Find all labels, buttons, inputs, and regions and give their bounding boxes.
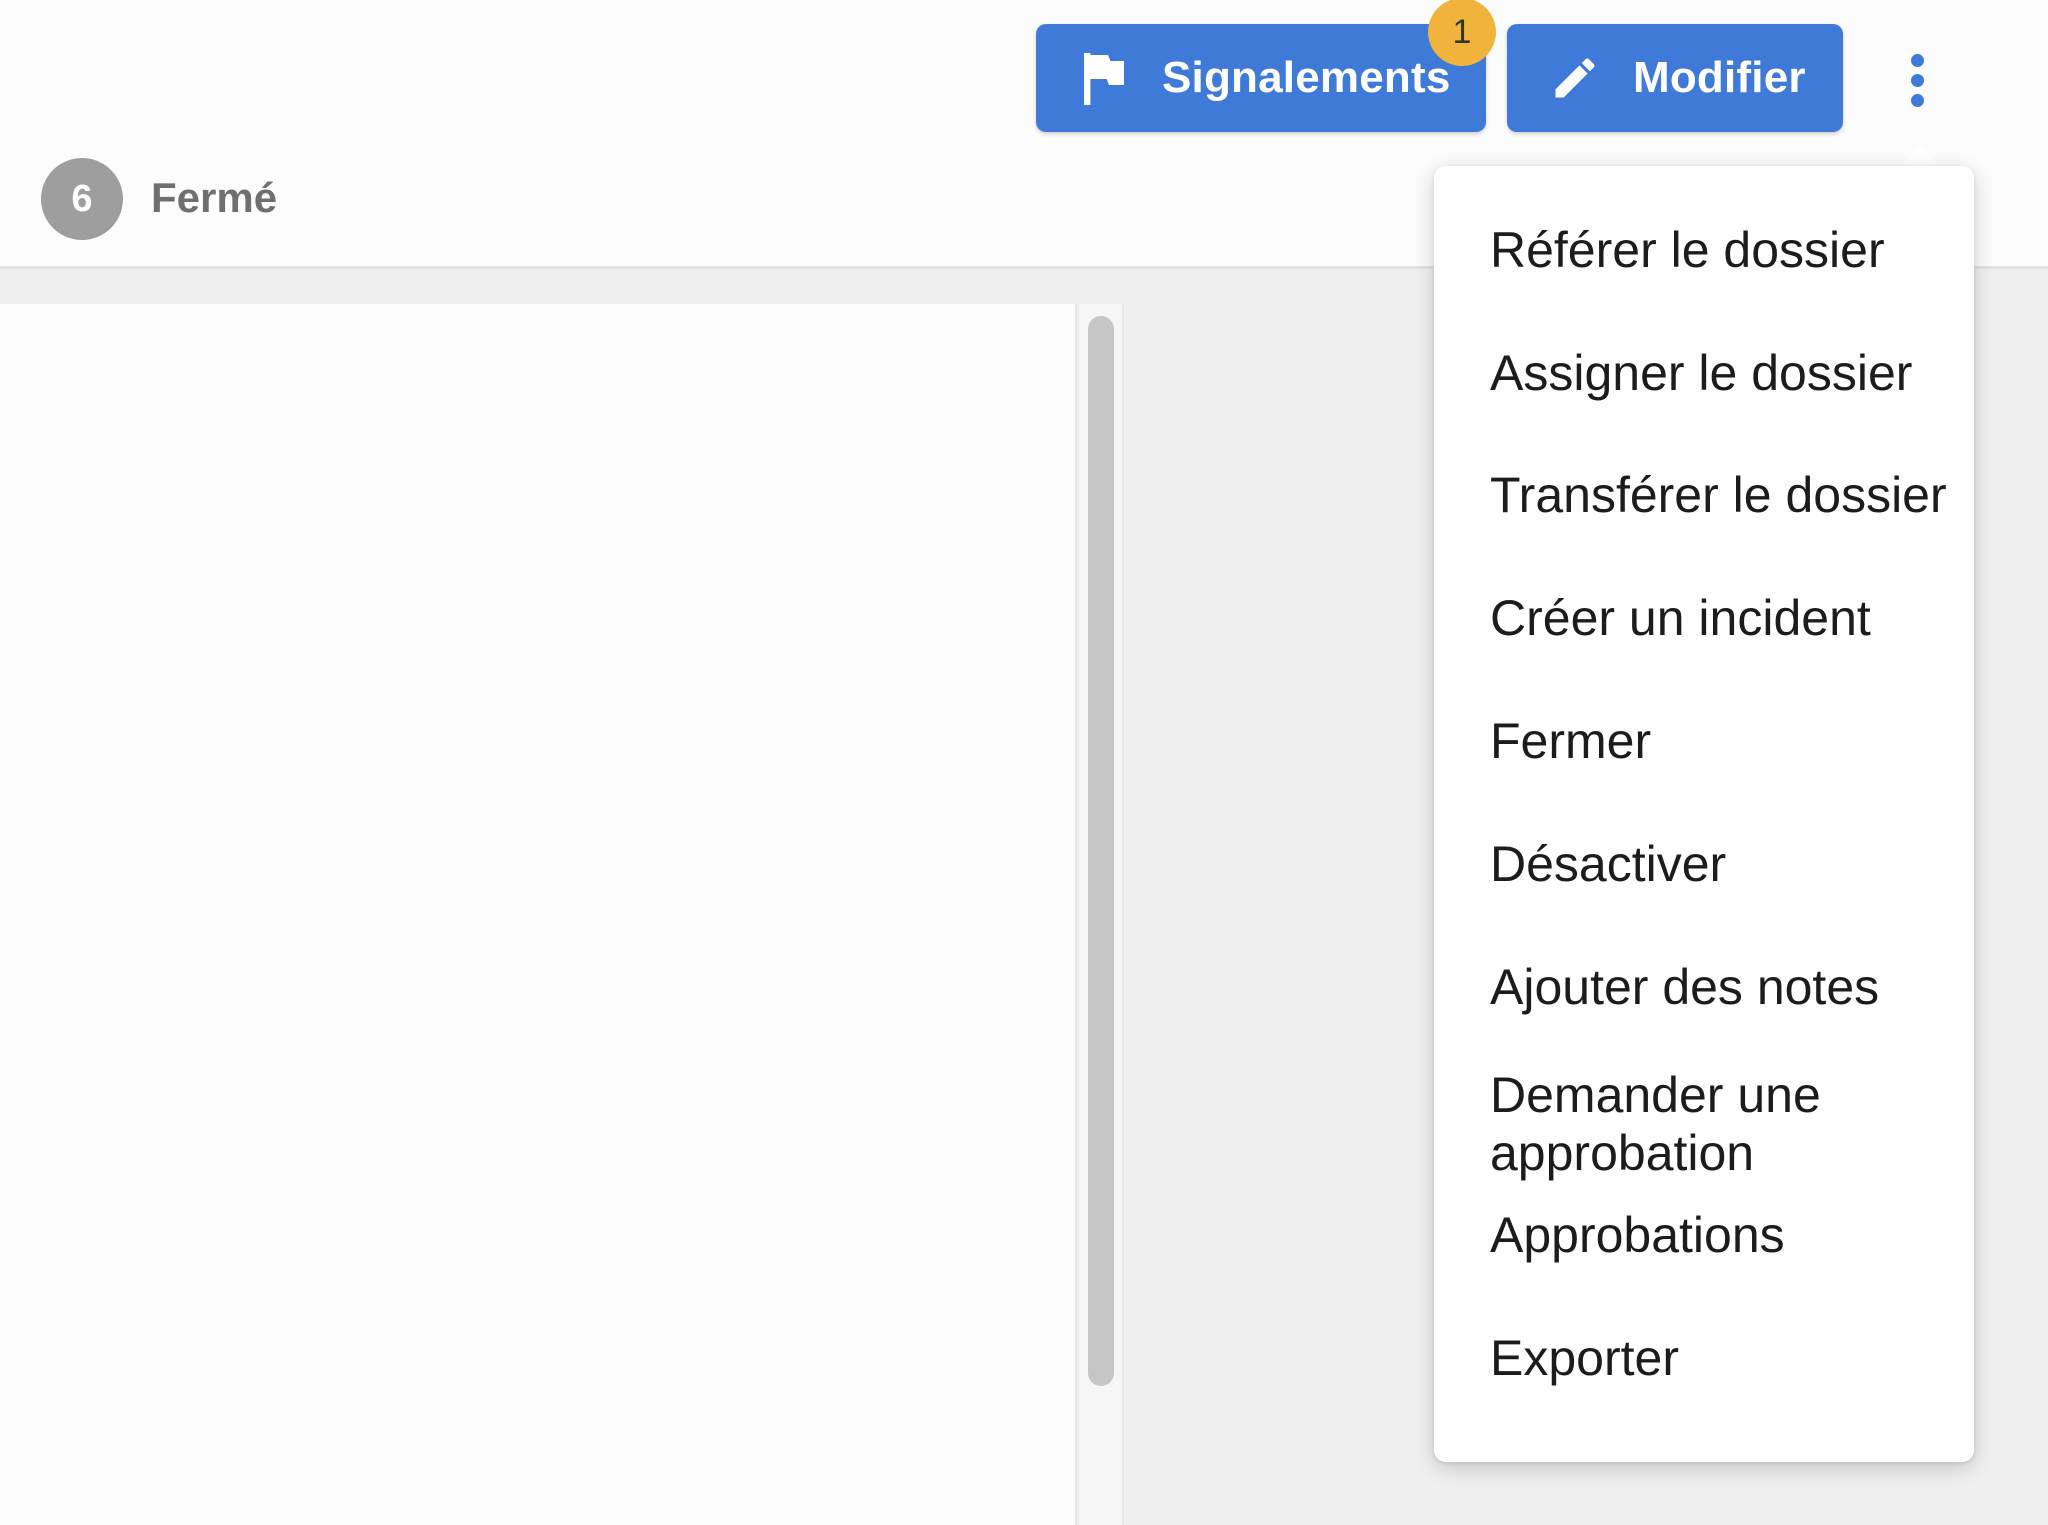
- kebab-menu-icon: [1910, 53, 1924, 67]
- menu-item-add-notes[interactable]: Ajouter des notes: [1490, 958, 1879, 1016]
- menu-pointer: [1898, 146, 1942, 168]
- menu-item-assign[interactable]: Assigner le dossier: [1490, 344, 1912, 402]
- pencil-icon: [1549, 48, 1601, 108]
- menu-item-close[interactable]: Fermer: [1490, 712, 1651, 770]
- step-number-badge: 6: [41, 158, 123, 240]
- menu-item-deactivate[interactable]: Désactiver: [1490, 835, 1726, 893]
- kebab-dot: [1910, 73, 1924, 87]
- menu-item-transfer[interactable]: Transférer le dossier: [1490, 466, 1947, 524]
- reports-button-label: Signalements: [1162, 53, 1451, 102]
- flag-icon: [1078, 48, 1130, 108]
- actions-dropdown-menu: Référer le dossier Assigner le dossier T…: [1434, 166, 1974, 1462]
- reports-button[interactable]: Signalements: [1036, 24, 1486, 132]
- menu-item-create-incident[interactable]: Créer un incident: [1490, 589, 1871, 647]
- edit-button[interactable]: Modifier: [1507, 24, 1843, 132]
- reports-count-badge: 1: [1428, 0, 1496, 66]
- status-label: Fermé: [151, 174, 278, 221]
- scrollbar-thumb[interactable]: [1088, 316, 1114, 1386]
- content-panel: [0, 304, 1077, 1525]
- menu-item-refer[interactable]: Référer le dossier: [1490, 221, 1885, 279]
- menu-item-approvals[interactable]: Approbations: [1490, 1206, 1785, 1264]
- edit-button-label: Modifier: [1633, 53, 1806, 102]
- more-options-button[interactable]: [1892, 40, 1942, 120]
- step-number: 6: [71, 177, 93, 220]
- menu-item-export[interactable]: Exporter: [1490, 1329, 1679, 1387]
- menu-item-request-approval[interactable]: Demander une approbation: [1490, 1066, 1910, 1182]
- kebab-dot: [1910, 93, 1924, 107]
